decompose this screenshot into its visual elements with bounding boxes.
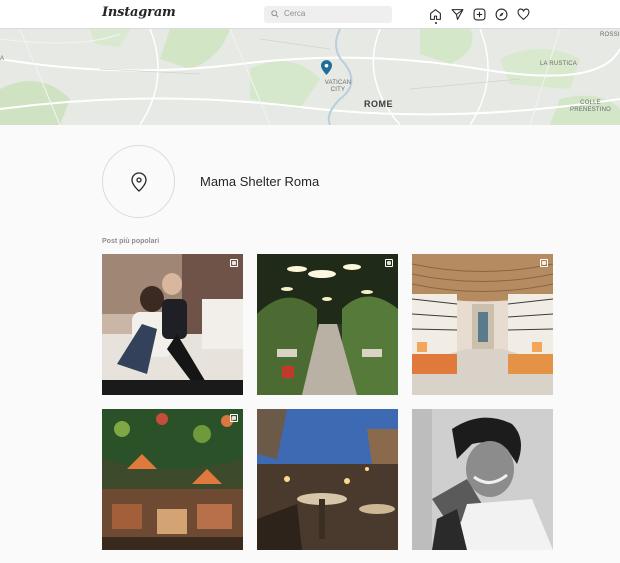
map-label-rossi: ROSSI xyxy=(600,32,620,38)
activity-icon[interactable] xyxy=(517,8,531,22)
active-dot xyxy=(435,22,437,24)
location-map[interactable]: A VATICAN CITY ROME LA RUSTICA COLLE PRE… xyxy=(0,29,620,125)
search-placeholder: Cerca xyxy=(284,9,306,18)
post-thumbnail-2[interactable] xyxy=(257,254,398,395)
map-label-colle: COLLE PRENESTINO xyxy=(570,100,612,113)
map-label-vatican: VATICAN CITY xyxy=(324,80,352,93)
explore-icon[interactable] xyxy=(495,8,509,22)
post-thumbnail-6[interactable] xyxy=(412,409,553,550)
post-thumbnail-3[interactable] xyxy=(412,254,553,395)
direct-icon[interactable] xyxy=(451,8,465,22)
search-icon xyxy=(271,10,279,18)
multi-photo-icon xyxy=(385,259,393,267)
map-label-rome: ROME xyxy=(364,99,393,109)
location-title: Mama Shelter Roma xyxy=(200,174,320,189)
top-posts-heading: Post più popolari xyxy=(102,238,160,245)
map-label-edge: A xyxy=(0,56,5,62)
multi-photo-icon xyxy=(540,259,548,267)
multi-photo-icon xyxy=(230,259,238,267)
search-input[interactable]: Cerca xyxy=(264,6,392,23)
location-pin-icon xyxy=(131,172,147,192)
top-nav: Instagram Cerca xyxy=(0,0,620,29)
multi-photo-icon xyxy=(230,414,238,422)
location-avatar xyxy=(102,145,175,218)
post-thumbnail-5[interactable] xyxy=(257,409,398,550)
post-thumbnail-1[interactable] xyxy=(102,254,243,395)
home-icon[interactable] xyxy=(429,8,443,22)
map-label-la-rustica: LA RUSTICA xyxy=(540,61,578,67)
instagram-logo[interactable]: Instagram xyxy=(102,5,176,20)
post-thumbnail-4[interactable] xyxy=(102,409,243,550)
new-post-icon[interactable] xyxy=(473,8,487,22)
